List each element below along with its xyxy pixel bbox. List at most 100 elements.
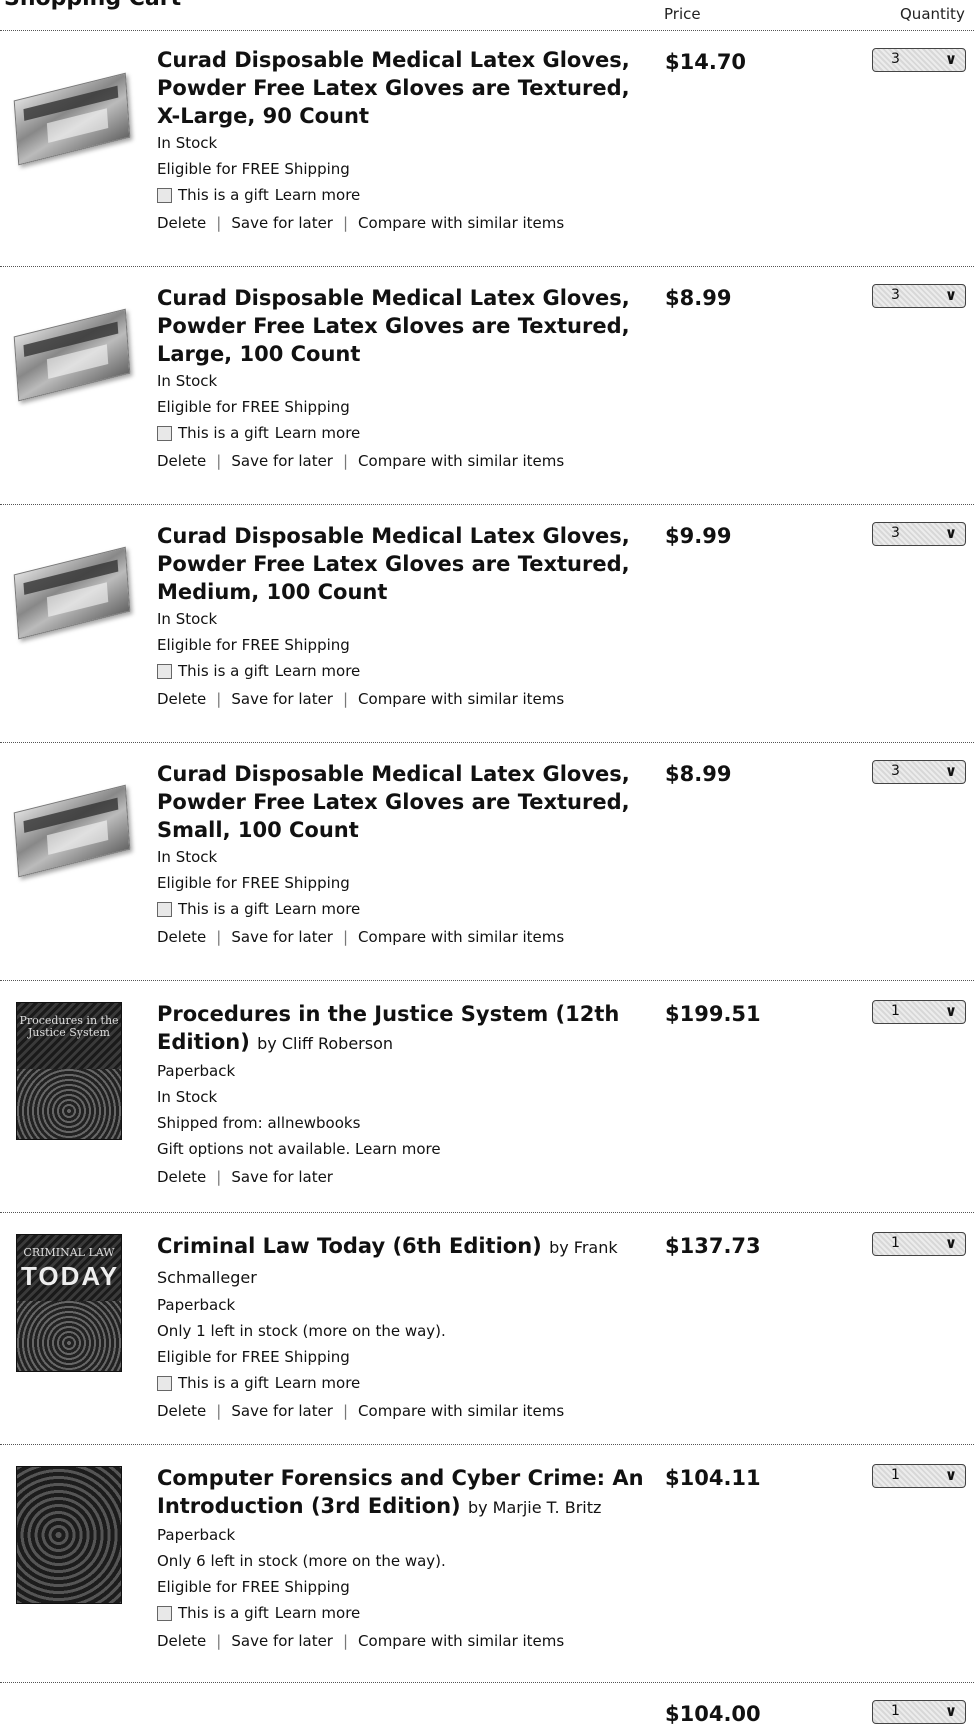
- gift-checkbox[interactable]: [157, 425, 172, 441]
- gift-checkbox[interactable]: [157, 1605, 172, 1621]
- gift-label: This is a gift: [178, 424, 269, 442]
- learn-more-link[interactable]: Learn more: [275, 420, 361, 446]
- quantity-select[interactable]: 3 ∨: [872, 48, 966, 72]
- item-title[interactable]: Curad Disposable Medical Latex Gloves, P…: [157, 522, 647, 606]
- divider: [0, 504, 974, 505]
- quantity-select[interactable]: 1 ∨: [872, 1232, 966, 1256]
- item-title[interactable]: Curad Disposable Medical Latex Gloves, P…: [157, 284, 647, 368]
- delete-link[interactable]: Delete: [157, 1632, 206, 1650]
- page-title: Shopping Cart: [4, 0, 181, 11]
- gift-checkbox[interactable]: [157, 901, 172, 917]
- save-for-later-link[interactable]: Save for later: [231, 928, 333, 946]
- product-image[interactable]: [13, 770, 131, 878]
- divider: [0, 980, 974, 981]
- item-author: by Cliff Roberson: [257, 1034, 394, 1053]
- item-actions: Delete | Save for later | Compare with simil…: [157, 1632, 565, 1650]
- learn-more-link[interactable]: Learn more: [275, 658, 361, 684]
- item-author: by Marjie T. Britz: [467, 1498, 602, 1517]
- gift-checkbox[interactable]: [157, 187, 172, 203]
- compare-link[interactable]: Compare with similar items: [358, 452, 564, 470]
- book-cover-image[interactable]: Procedures in the Justice System: [16, 998, 122, 1140]
- item-actions: Delete | Save for later | Compare with simil…: [157, 928, 565, 946]
- quantity-select[interactable]: 1 ∨: [872, 1700, 966, 1724]
- compare-link[interactable]: Compare with similar items: [358, 1402, 564, 1420]
- item-actions: Delete | Save for later | Compare with simil…: [157, 214, 565, 232]
- compare-link[interactable]: Compare with similar items: [358, 1632, 564, 1650]
- quantity-select[interactable]: 3 ∨: [872, 284, 966, 308]
- shipping-info: Eligible for FREE Shipping: [157, 398, 350, 416]
- product-image[interactable]: [13, 532, 131, 640]
- save-for-later-link[interactable]: Save for later: [231, 214, 333, 232]
- learn-more-link[interactable]: Learn more: [275, 1600, 361, 1626]
- compare-link[interactable]: Compare with similar items: [358, 690, 564, 708]
- cover-title-large: TODAY: [21, 1261, 120, 1291]
- shipping-info: Eligible for FREE Shipping: [157, 1348, 350, 1366]
- save-for-later-link[interactable]: Save for later: [231, 452, 333, 470]
- item-details: Curad Disposable Medical Latex Gloves, P…: [157, 284, 647, 474]
- item-price: $199.51: [665, 1002, 761, 1026]
- item-title[interactable]: Curad Disposable Medical Latex Gloves, P…: [157, 46, 647, 130]
- item-title[interactable]: Computer Forensics and Cyber Crime: An I…: [157, 1464, 647, 1522]
- quantity-select[interactable]: 1 ∨: [872, 1464, 966, 1488]
- delete-link[interactable]: Delete: [157, 1168, 206, 1186]
- save-for-later-link[interactable]: Save for later: [231, 1632, 333, 1650]
- item-price: $8.99: [665, 286, 732, 310]
- item-price: $137.73: [665, 1234, 761, 1258]
- learn-more-link[interactable]: Learn more: [275, 182, 361, 208]
- product-image[interactable]: [13, 294, 131, 402]
- item-price: $14.70: [665, 50, 747, 74]
- quantity-select[interactable]: 3 ∨: [872, 522, 966, 546]
- chevron-down-icon: ∨: [944, 762, 957, 780]
- item-format: Paperback: [157, 1062, 236, 1080]
- delete-link[interactable]: Delete: [157, 452, 206, 470]
- quantity-value: 1: [891, 1003, 900, 1019]
- item-title[interactable]: Criminal Law Today (6th Edition) by Fran…: [157, 1232, 647, 1292]
- chevron-down-icon: ∨: [944, 524, 957, 542]
- gift-option: This is a gift Learn more: [157, 658, 647, 684]
- shipped-from: Shipped from: allnewbooks: [157, 1114, 361, 1132]
- quantity-select[interactable]: 3 ∨: [872, 760, 966, 784]
- item-actions: Delete | Save for later | Compare with simil…: [157, 452, 565, 470]
- delete-link[interactable]: Delete: [157, 690, 206, 708]
- gift-option: This is a gift Learn more: [157, 1370, 647, 1396]
- delete-link[interactable]: Delete: [157, 928, 206, 946]
- item-price: $8.99: [665, 762, 732, 786]
- item-title-text[interactable]: Criminal Law Today (6th Edition): [157, 1234, 542, 1258]
- gift-option: This is a gift Learn more: [157, 896, 647, 922]
- delete-link[interactable]: Delete: [157, 214, 206, 232]
- compare-link[interactable]: Compare with similar items: [358, 214, 564, 232]
- gift-unavailable-note: Gift options not available. Learn more: [157, 1140, 441, 1158]
- quantity-value: 1: [891, 1467, 900, 1483]
- gift-checkbox[interactable]: [157, 663, 172, 679]
- stock-status: In Stock: [157, 372, 218, 390]
- item-details: Procedures in the Justice System (12th E…: [157, 1000, 647, 1190]
- shipping-info: Eligible for FREE Shipping: [157, 636, 350, 654]
- book-cover-image[interactable]: CRIMINAL LAW TODAY: [16, 1230, 122, 1372]
- divider: [0, 266, 974, 267]
- item-title[interactable]: Procedures in the Justice System (12th E…: [157, 1000, 647, 1058]
- quantity-value: 3: [891, 287, 900, 303]
- cover-title: Procedures in the Justice System: [19, 1014, 119, 1039]
- save-for-later-link[interactable]: Save for later: [231, 1168, 333, 1186]
- save-for-later-link[interactable]: Save for later: [231, 690, 333, 708]
- delete-link[interactable]: Delete: [157, 1402, 206, 1420]
- item-details: Curad Disposable Medical Latex Gloves, P…: [157, 760, 647, 950]
- item-details: Curad Disposable Medical Latex Gloves, P…: [157, 522, 647, 712]
- shipping-info: Eligible for FREE Shipping: [157, 160, 350, 178]
- product-image[interactable]: [13, 58, 131, 166]
- item-title[interactable]: Curad Disposable Medical Latex Gloves, P…: [157, 760, 647, 844]
- shipping-info: Eligible for FREE Shipping: [157, 1578, 350, 1596]
- book-cover-image[interactable]: [16, 1462, 122, 1604]
- divider: [0, 1212, 974, 1213]
- item-format: Paperback: [157, 1296, 236, 1314]
- gift-checkbox[interactable]: [157, 1375, 172, 1391]
- learn-more-link[interactable]: Learn more: [275, 1370, 361, 1396]
- quantity-value: 3: [891, 525, 900, 541]
- learn-more-link[interactable]: Learn more: [275, 896, 361, 922]
- quantity-select[interactable]: 1 ∨: [872, 1000, 966, 1024]
- gift-label: This is a gift: [178, 662, 269, 680]
- compare-link[interactable]: Compare with similar items: [358, 928, 564, 946]
- cover-title: CRIMINAL LAW: [23, 1246, 115, 1259]
- gift-option: This is a gift Learn more: [157, 1600, 647, 1626]
- save-for-later-link[interactable]: Save for later: [231, 1402, 333, 1420]
